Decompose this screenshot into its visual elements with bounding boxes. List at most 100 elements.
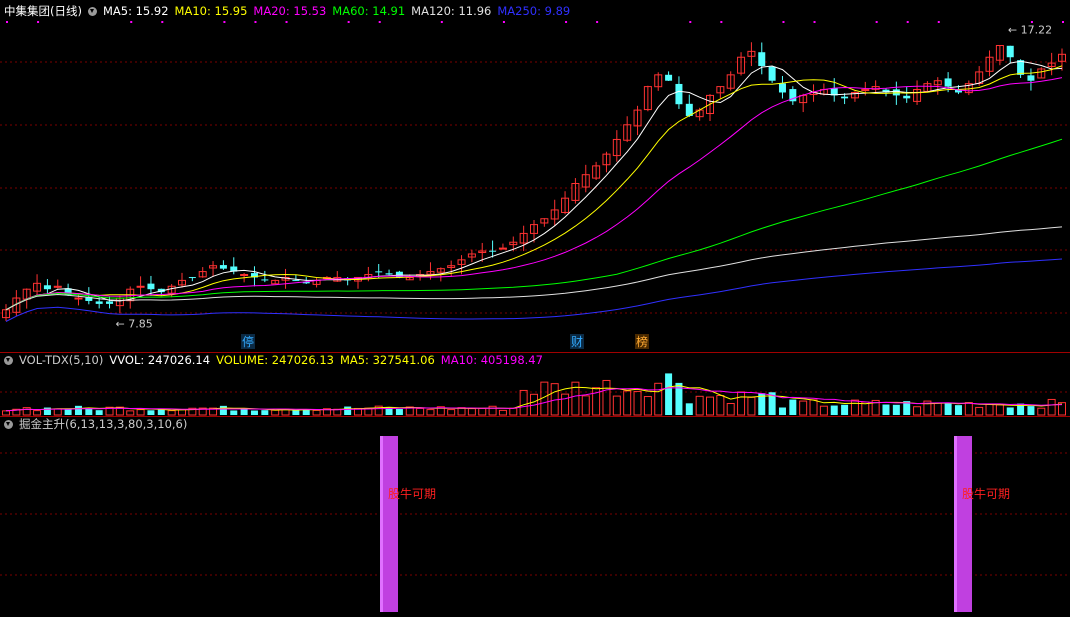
volume-bar (1027, 406, 1035, 415)
candle (633, 105, 642, 136)
high-price-label: ← 17.22 (1008, 24, 1052, 37)
ma-values: MA5: 15.92 MA10: 15.95 MA20: 15.53 MA60: 14… (103, 4, 570, 18)
volume-bar (809, 399, 818, 416)
signal-dot (378, 21, 381, 23)
indicator-title: 掘金主升(6,13,13,3,80,3,10,6) (19, 417, 188, 431)
signal-label: 股牛可期 (388, 486, 436, 501)
candle (778, 75, 786, 99)
vol-label-0: VVOL: 247026.14 (109, 353, 211, 367)
volume-bar (467, 408, 476, 416)
candle (758, 42, 766, 75)
volume-bar (2, 410, 10, 416)
volume-bar (633, 390, 642, 416)
volume-bar (913, 406, 922, 416)
volume-bar (778, 407, 786, 415)
price-chart[interactable]: ← 17.22 ← 7.85 停 财 榜 (0, 0, 1070, 352)
candle (550, 199, 559, 226)
signal-dot (937, 21, 940, 23)
volume-bar (478, 407, 487, 416)
candle (789, 86, 797, 105)
candle (53, 279, 62, 289)
stock-title: 中集集团(日线) (4, 4, 82, 18)
volume-bar (623, 390, 632, 416)
volume-bar (747, 396, 756, 416)
signal-dot (285, 21, 288, 23)
candle (33, 274, 42, 296)
volume-bar (416, 407, 425, 416)
signal-dot (565, 21, 568, 23)
ma-label-4: MA120: 11.96 (411, 4, 492, 18)
candle (623, 116, 632, 143)
signal-0: 股牛可期 (380, 436, 436, 612)
event-marker-label: 榜 (636, 334, 648, 349)
candle (1047, 52, 1056, 76)
volume-bar (737, 391, 746, 416)
vol-label-2: MA5: 327541.06 (339, 353, 435, 367)
dropdown-icon[interactable] (87, 6, 97, 16)
volume-bar (271, 409, 280, 416)
candle (178, 272, 186, 288)
volume-bar (1047, 398, 1056, 416)
indicator-dropdown-icon[interactable] (4, 419, 13, 429)
ma-label-1: MA10: 15.95 (174, 4, 248, 18)
volume-header: VOL-TDX(5,10) VVOL: 247026.14 VOLUME: 247… (4, 352, 543, 368)
candle (654, 72, 663, 91)
volume-bar (498, 409, 507, 416)
candle (850, 91, 859, 102)
signal-dot (6, 21, 8, 23)
volume-bar (33, 410, 42, 416)
candle (2, 304, 10, 321)
signal-dot (813, 21, 816, 23)
signal-dot (130, 21, 133, 23)
candle (312, 278, 321, 288)
volume-bar (219, 405, 227, 415)
candle (219, 260, 227, 270)
ma5-line (5, 60, 1063, 311)
volume-panel[interactable]: VOL-TDX(5,10) VVOL: 247026.14 VOLUME: 247… (0, 352, 1070, 416)
signal-1: 股牛可期 (954, 436, 1010, 612)
candle (643, 85, 652, 112)
ma20-line (5, 77, 1063, 311)
volume-bar (643, 396, 652, 416)
candle (519, 225, 528, 252)
indicator-panel[interactable]: 掘金主升(6,13,13,3,80,3,10,6) 股牛可期 股牛可期 (0, 416, 1070, 617)
candle (530, 220, 538, 243)
indicator-chart[interactable]: 股牛可期 股牛可期 (0, 416, 1070, 617)
volume-bar (240, 409, 248, 415)
signal-dot (37, 21, 40, 23)
candle (737, 52, 746, 76)
volume-bar (654, 382, 663, 416)
signal-label: 股牛可期 (962, 486, 1010, 501)
candle (209, 261, 218, 277)
candle (964, 80, 973, 96)
volume-values: VVOL: 247026.14 VOLUME: 247026.13 MA5: 327… (109, 353, 543, 367)
volume-bar (850, 399, 859, 416)
volume-bar (147, 410, 155, 415)
candle (540, 218, 549, 227)
volume-bar (685, 403, 693, 415)
volume-bar (167, 410, 176, 416)
candle (498, 243, 507, 250)
volume-bar (975, 406, 984, 416)
volume-dropdown-icon[interactable] (4, 355, 13, 365)
candle (685, 94, 693, 118)
volume-bar (136, 409, 145, 416)
volume-bar (830, 405, 838, 415)
volume-bar (819, 405, 828, 416)
candle (561, 191, 570, 215)
candle (188, 276, 196, 282)
signal-dot (502, 21, 505, 23)
price-panel[interactable]: 中集集团(日线) MA5: 15.92 MA10: 15.95 MA20: 15.5… (0, 0, 1070, 352)
volume-bar (985, 403, 994, 416)
candle (592, 161, 601, 180)
volume-bar (612, 395, 621, 416)
candle (581, 164, 590, 193)
volume-bar (53, 408, 62, 416)
candle (106, 296, 114, 309)
candle (1027, 68, 1035, 91)
volume-bar (789, 399, 797, 415)
volume-bar (126, 410, 135, 416)
ma-label-5: MA250: 9.89 (497, 4, 571, 18)
volume-bar (695, 395, 704, 416)
vol-label-1: VOLUME: 247026.13 (216, 353, 334, 367)
